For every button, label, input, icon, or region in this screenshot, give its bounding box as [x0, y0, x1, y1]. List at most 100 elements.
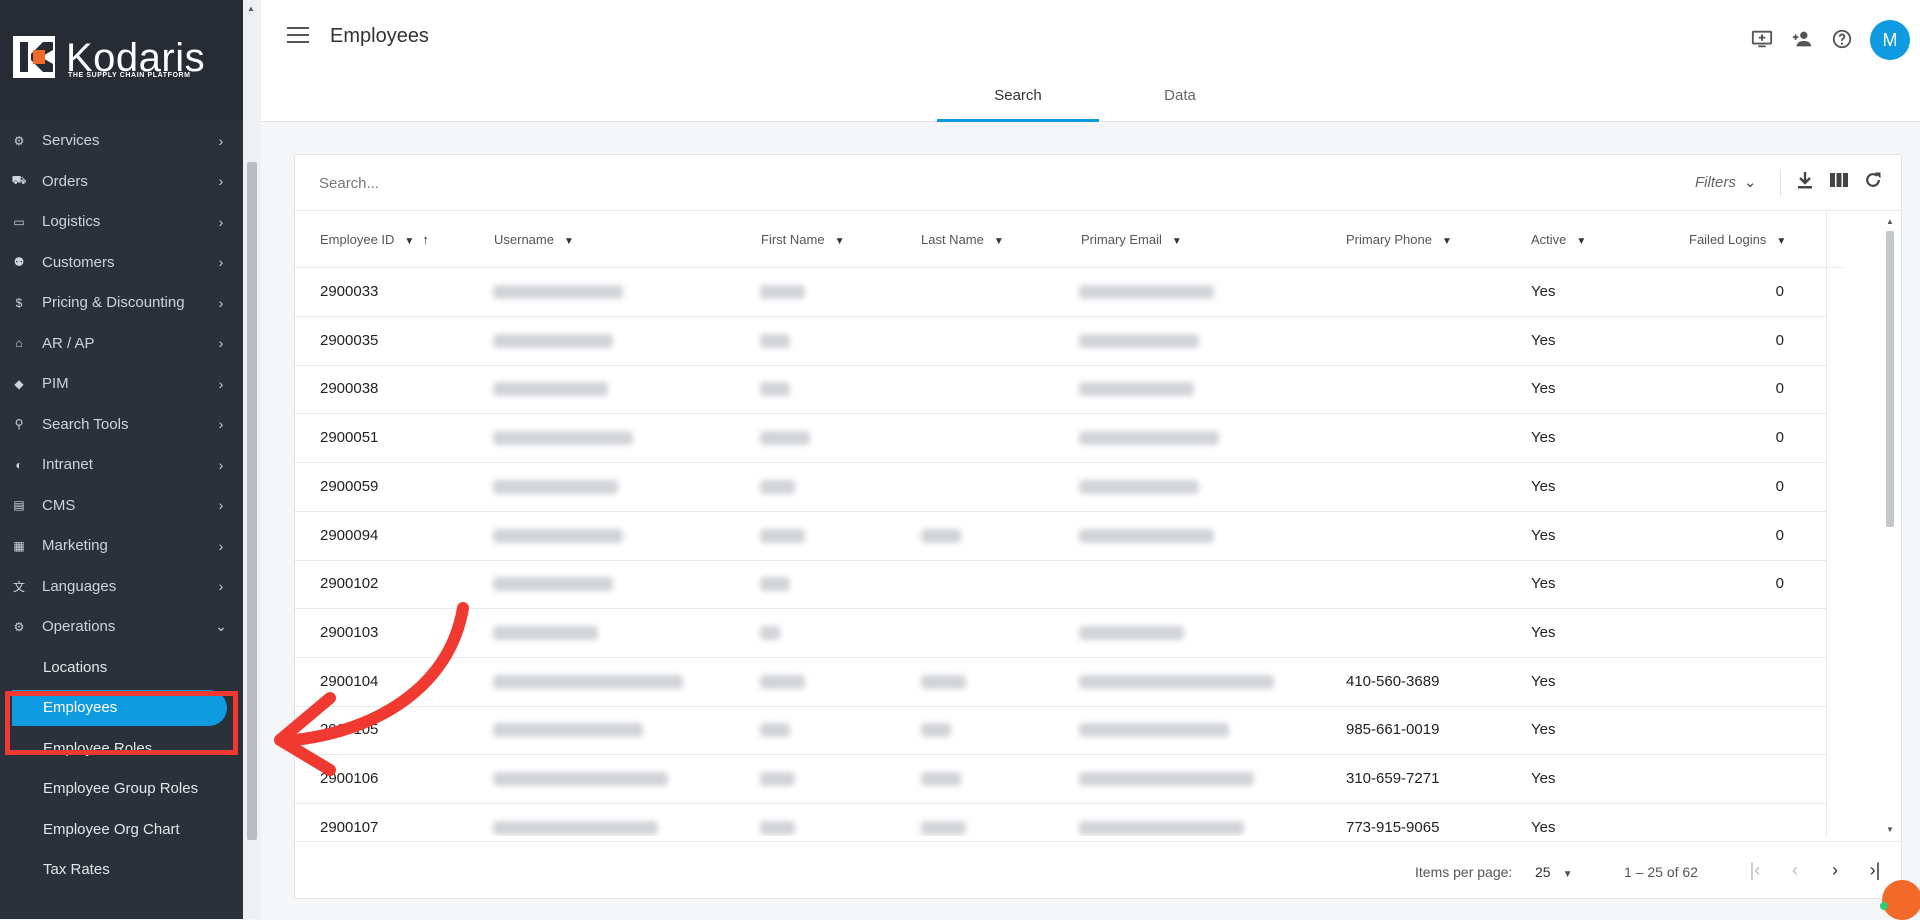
- col-primary-email[interactable]: Primary Email ▼: [1081, 232, 1182, 247]
- sidebar-item-label: Orders: [42, 172, 88, 190]
- menu-icon[interactable]: [287, 27, 309, 47]
- items-per-page-label: Items per page:: [1415, 864, 1513, 880]
- sidebar-scrollbar[interactable]: ▲: [243, 0, 261, 919]
- table-scrollbar[interactable]: ▲ ▼: [1883, 217, 1897, 837]
- sidebar-item-operations[interactable]: ⚙ Operations ⌄: [0, 607, 243, 647]
- sidebar-subitem-employee-org-chart[interactable]: Employee Org Chart: [0, 809, 243, 849]
- col-employee-id[interactable]: Employee ID ▼ ↑: [320, 232, 429, 247]
- table-row[interactable]: 2900103Yes›: [295, 609, 1826, 658]
- last-page-icon[interactable]: ›|: [1865, 858, 1885, 882]
- table-row[interactable]: 2900059Yes0›: [295, 463, 1826, 512]
- first-name-redacted: [760, 625, 780, 640]
- last-name-redacted: [921, 674, 966, 689]
- refresh-icon[interactable]: [1863, 170, 1883, 196]
- caret-down-icon: ▼: [1576, 236, 1587, 247]
- col-first-name[interactable]: First Name ▼: [761, 232, 844, 247]
- sidebar-item-orders[interactable]: ⛟ Orders ›: [0, 161, 243, 201]
- scroll-up-arrow-icon[interactable]: ▲: [1886, 217, 1894, 226]
- table-row[interactable]: 2900094Yes0›: [295, 512, 1826, 561]
- add-user-icon[interactable]: [1790, 28, 1814, 52]
- active-cell: Yes: [1531, 331, 1556, 349]
- table-row[interactable]: 2900104410-560-3689Yes›: [295, 658, 1826, 707]
- screen-add-icon[interactable]: [1750, 28, 1774, 52]
- email-redacted: [1079, 723, 1229, 738]
- employee-id-cell: 2900059: [320, 477, 379, 495]
- caret-down-icon: ▼: [834, 236, 845, 247]
- col-active[interactable]: Active ▼: [1531, 232, 1586, 247]
- sidebar-subitem-employee-group-roles[interactable]: Employee Group Roles: [0, 769, 243, 809]
- primary-phone-cell: 985-661-0019: [1346, 721, 1440, 739]
- sidebar-item-languages[interactable]: 文 Languages ›: [0, 566, 243, 606]
- sidebar-item-pricing-discounting[interactable]: $ Pricing & Discounting ›: [0, 283, 243, 323]
- active-cell: Yes: [1531, 283, 1556, 300]
- failed-logins-cell: 0: [1775, 429, 1784, 447]
- table-row[interactable]: 2900106310-659-7271Yes›: [295, 755, 1826, 804]
- table-row[interactable]: 2900107773-915-9065Yes›: [295, 804, 1826, 836]
- search-input[interactable]: [319, 169, 919, 197]
- first-name-redacted: [760, 577, 790, 592]
- username-redacted: [493, 333, 613, 348]
- table-header: Employee ID ▼ ↑ Username ▼ First Name ▼ Last…: [295, 212, 1843, 268]
- col-last-name[interactable]: Last Name ▼: [921, 232, 1004, 247]
- col-failed-logins[interactable]: Failed Logins ▼: [1689, 232, 1786, 247]
- filters-dropdown[interactable]: Filters ⌄: [1695, 173, 1756, 191]
- sidebar-item-marketing[interactable]: ▦ Marketing ›: [0, 526, 243, 566]
- sidebar-subitem-locations[interactable]: Locations: [0, 647, 243, 687]
- previous-page-icon[interactable]: ‹: [1785, 858, 1805, 882]
- username-redacted: [493, 382, 608, 397]
- first-page-icon[interactable]: |‹: [1745, 858, 1765, 882]
- table-row[interactable]: 2900033Yes0›: [295, 268, 1826, 317]
- username-redacted: [493, 479, 618, 494]
- scroll-down-arrow-icon[interactable]: ▼: [1886, 825, 1894, 834]
- table-row[interactable]: 2900105985-661-0019Yes›: [295, 706, 1826, 756]
- intranet-icon: ◐: [15, 457, 23, 472]
- username-redacted: [493, 772, 668, 786]
- sidebar-item-label: Customers: [42, 253, 115, 271]
- sidebar-item-logistics[interactable]: ▭ Logistics ›: [0, 202, 243, 242]
- sidebar-item-ar-ap[interactable]: ⌂ AR / AP ›: [0, 323, 243, 363]
- table-scroll-thumb[interactable]: [1886, 231, 1894, 527]
- columns-icon[interactable]: [1829, 170, 1849, 196]
- caret-down-icon: ▼: [1562, 869, 1573, 880]
- chat-bubble-icon[interactable]: [1882, 880, 1920, 920]
- next-page-icon[interactable]: ›: [1825, 858, 1845, 882]
- tab-search[interactable]: Search: [937, 78, 1099, 122]
- email-redacted: [1079, 285, 1214, 299]
- sort-ascending-icon[interactable]: ↑: [422, 232, 429, 247]
- table-row[interactable]: 2900051Yes0›: [295, 414, 1826, 464]
- sidebar-scroll-thumb[interactable]: [247, 162, 257, 840]
- sidebar-item-search-tools[interactable]: ⚲ Search Tools ›: [0, 404, 243, 444]
- truck-icon: ⛟: [11, 173, 27, 187]
- table-row[interactable]: 2900102Yes0›: [295, 560, 1826, 610]
- table-body: 2900033Yes0›2900035Yes0›2900038Yes0›2900…: [295, 268, 1826, 836]
- sidebar-subitem-tax-rates[interactable]: Tax Rates: [0, 850, 243, 890]
- active-cell: Yes: [1531, 770, 1556, 787]
- sidebar-item-services[interactable]: ⚙ Services ›: [0, 121, 243, 161]
- caret-down-icon: ▼: [1441, 236, 1452, 247]
- col-label: First Name: [761, 232, 825, 247]
- table-row[interactable]: 2900038Yes0›: [295, 365, 1826, 415]
- last-name-redacted: [921, 772, 961, 786]
- items-per-page-select[interactable]: 25 ▼: [1535, 864, 1572, 880]
- items-per-page-value: 25: [1535, 864, 1551, 880]
- sidebar-item-customers[interactable]: ⚉ Customers ›: [0, 242, 243, 282]
- dollar-icon: $: [15, 295, 23, 310]
- tab-data[interactable]: Data: [1099, 78, 1261, 122]
- avatar[interactable]: M: [1870, 20, 1910, 60]
- scroll-up-arrow-icon[interactable]: ▲: [247, 4, 255, 13]
- col-username[interactable]: Username ▼: [494, 232, 574, 247]
- sidebar-item-intranet[interactable]: ◐ Intranet ›: [0, 445, 243, 485]
- sidebar-item-pim[interactable]: ◆ PIM ›: [0, 364, 243, 404]
- help-icon[interactable]: [1830, 28, 1854, 52]
- table-row[interactable]: 2900035Yes0›: [295, 317, 1826, 366]
- failed-logins-cell: 0: [1775, 380, 1784, 398]
- people-icon: ⚉: [13, 255, 25, 269]
- col-primary-phone[interactable]: Primary Phone ▼: [1346, 232, 1452, 247]
- col-label: Last Name: [921, 232, 984, 247]
- download-icon[interactable]: [1795, 170, 1815, 196]
- table-toolbar: Filters ⌄: [295, 155, 1901, 211]
- col-label: Primary Email: [1081, 232, 1162, 247]
- toolbar-icons: [1780, 169, 1883, 197]
- email-redacted: [1079, 772, 1254, 786]
- sidebar-item-cms[interactable]: ▤ CMS ›: [0, 485, 243, 525]
